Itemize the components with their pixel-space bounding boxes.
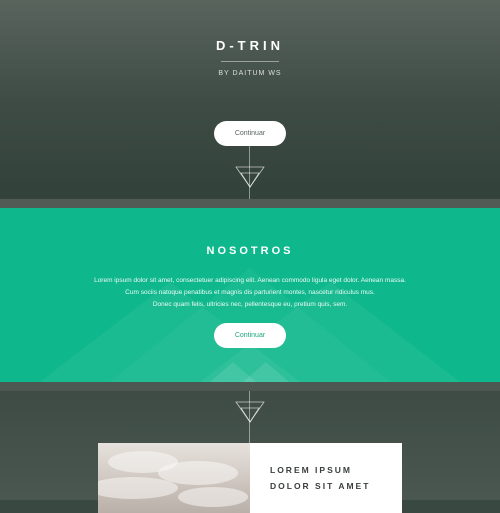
brand-underline [221,61,279,62]
sky-photo [98,443,250,513]
double-triangle-divider-icon [235,166,265,188]
about-paragraph-line: Cum sociis natoque penatibus et magnis d… [125,289,375,296]
about-section: NOSOTROS Lorem ipsum dolor sit amet, con… [0,208,500,382]
about-paragraph-line: Lorem ipsum dolor sit amet, consectetuer… [94,277,406,284]
hero-continue-button[interactable]: Continuar [214,121,286,146]
section-divider-band [0,382,500,391]
double-triangle-divider-icon [235,401,265,423]
brand-byline: BY DAITUM WS [218,70,282,77]
feature-card-title-line: DOLOR SIT AMET [270,481,371,491]
feature-card-title-line: LOREM IPSUM [270,465,352,475]
section-divider-band [0,199,500,208]
brand-title: D-TRIN [215,38,285,53]
about-continue-button[interactable]: Continuar [214,323,286,348]
about-paragraph-line: Donec quam felis, ultricies nec, pellent… [152,301,348,308]
about-title: NOSOTROS [206,245,294,257]
feature-card[interactable]: LOREM IPSUM DOLOR SIT AMET [98,443,402,513]
